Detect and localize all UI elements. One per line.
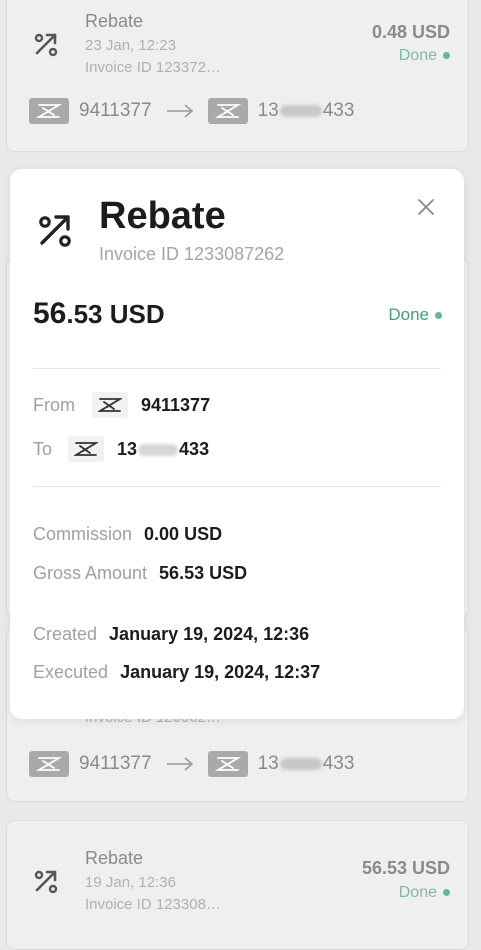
- from-account: 9411377: [79, 100, 152, 121]
- transaction-amount: 0.48 USD: [371, 22, 450, 42]
- arrow-right-icon: [166, 104, 193, 118]
- created-row: Created January 19, 2024, 12:36: [33, 624, 309, 645]
- transfer-route: 9411377 13 433: [29, 751, 354, 777]
- commission-label: Commission: [33, 524, 133, 544]
- transaction-card[interactable]: Rebate 23 Jan, 12:23 Invoice ID 123372… …: [6, 0, 469, 152]
- amount-integer: 56: [33, 297, 67, 330]
- to-account: 13 433: [257, 753, 355, 774]
- transaction-invoice: Invoice ID 123372…: [85, 59, 221, 76]
- divider: [33, 486, 441, 487]
- to-label: To: [33, 438, 53, 459]
- exness-logo-icon: [29, 98, 69, 124]
- created-value: January 19, 2024, 12:36: [109, 624, 310, 644]
- commission-row: Commission 0.00 USD: [33, 524, 222, 545]
- to-row: To 13 433: [33, 436, 209, 462]
- transaction-date: 19 Jan, 12:36: [85, 874, 176, 891]
- status-badge: Done: [388, 305, 442, 325]
- exness-logo-icon: [207, 751, 248, 777]
- commission-value: 0.00 USD: [144, 524, 223, 544]
- gross-amount-label: Gross Amount: [33, 563, 148, 583]
- status-badge: Done: [399, 47, 450, 65]
- to-account: 13 433: [257, 100, 355, 121]
- created-label: Created: [33, 624, 98, 644]
- transaction-amount: 56.53 USD: [361, 858, 450, 878]
- transfer-route: 9411377 13 433: [29, 98, 354, 124]
- transaction-invoice: Invoice ID 123308…: [85, 896, 221, 913]
- gross-amount-value: 56.53 USD: [159, 563, 248, 583]
- percent-arrow-icon: [39, 215, 71, 247]
- percent-arrow-icon: [34, 33, 58, 57]
- close-icon[interactable]: [416, 197, 436, 217]
- exness-logo-icon: [207, 98, 248, 124]
- gross-amount-row: Gross Amount 56.53 USD: [33, 563, 247, 584]
- executed-value: January 19, 2024, 12:37: [120, 662, 321, 682]
- transaction-date: 23 Jan, 12:23: [85, 37, 176, 54]
- transaction-details-modal: Rebate Invoice ID 1233087262 56.53 USD D…: [10, 169, 464, 719]
- percent-arrow-icon: [34, 870, 58, 894]
- transaction-amount: 56.53 USD: [33, 297, 165, 331]
- exness-logo-icon: [68, 436, 105, 462]
- from-account: 9411377: [79, 753, 152, 774]
- transaction-card[interactable]: Rebate 19 Jan, 12:36 Invoice ID 123308… …: [6, 820, 469, 950]
- to-account: 13 433: [117, 438, 210, 459]
- from-account: 9411377: [141, 394, 211, 415]
- status-text: Done: [398, 884, 437, 901]
- exness-logo-icon: [29, 751, 69, 777]
- from-label: From: [33, 394, 75, 415]
- status-text: Done: [388, 305, 429, 324]
- amount-fraction: .53 USD: [66, 299, 165, 329]
- invoice-id: Invoice ID 1233087262: [99, 244, 285, 264]
- transaction-title: Rebate: [85, 11, 144, 31]
- status-dot-icon: [435, 312, 442, 320]
- status-text: Done: [398, 47, 437, 64]
- executed-label: Executed: [33, 662, 109, 682]
- arrow-right-icon: [166, 757, 193, 771]
- executed-row: Executed January 19, 2024, 12:37: [33, 662, 320, 683]
- status-dot-icon: [443, 889, 450, 897]
- modal-title: Rebate: [99, 195, 226, 237]
- status-dot-icon: [443, 52, 450, 60]
- exness-logo-icon: [92, 392, 128, 418]
- transaction-title: Rebate: [85, 848, 144, 868]
- divider: [33, 368, 441, 369]
- from-row: From 9411377: [33, 392, 210, 418]
- status-badge: Done: [399, 884, 450, 902]
